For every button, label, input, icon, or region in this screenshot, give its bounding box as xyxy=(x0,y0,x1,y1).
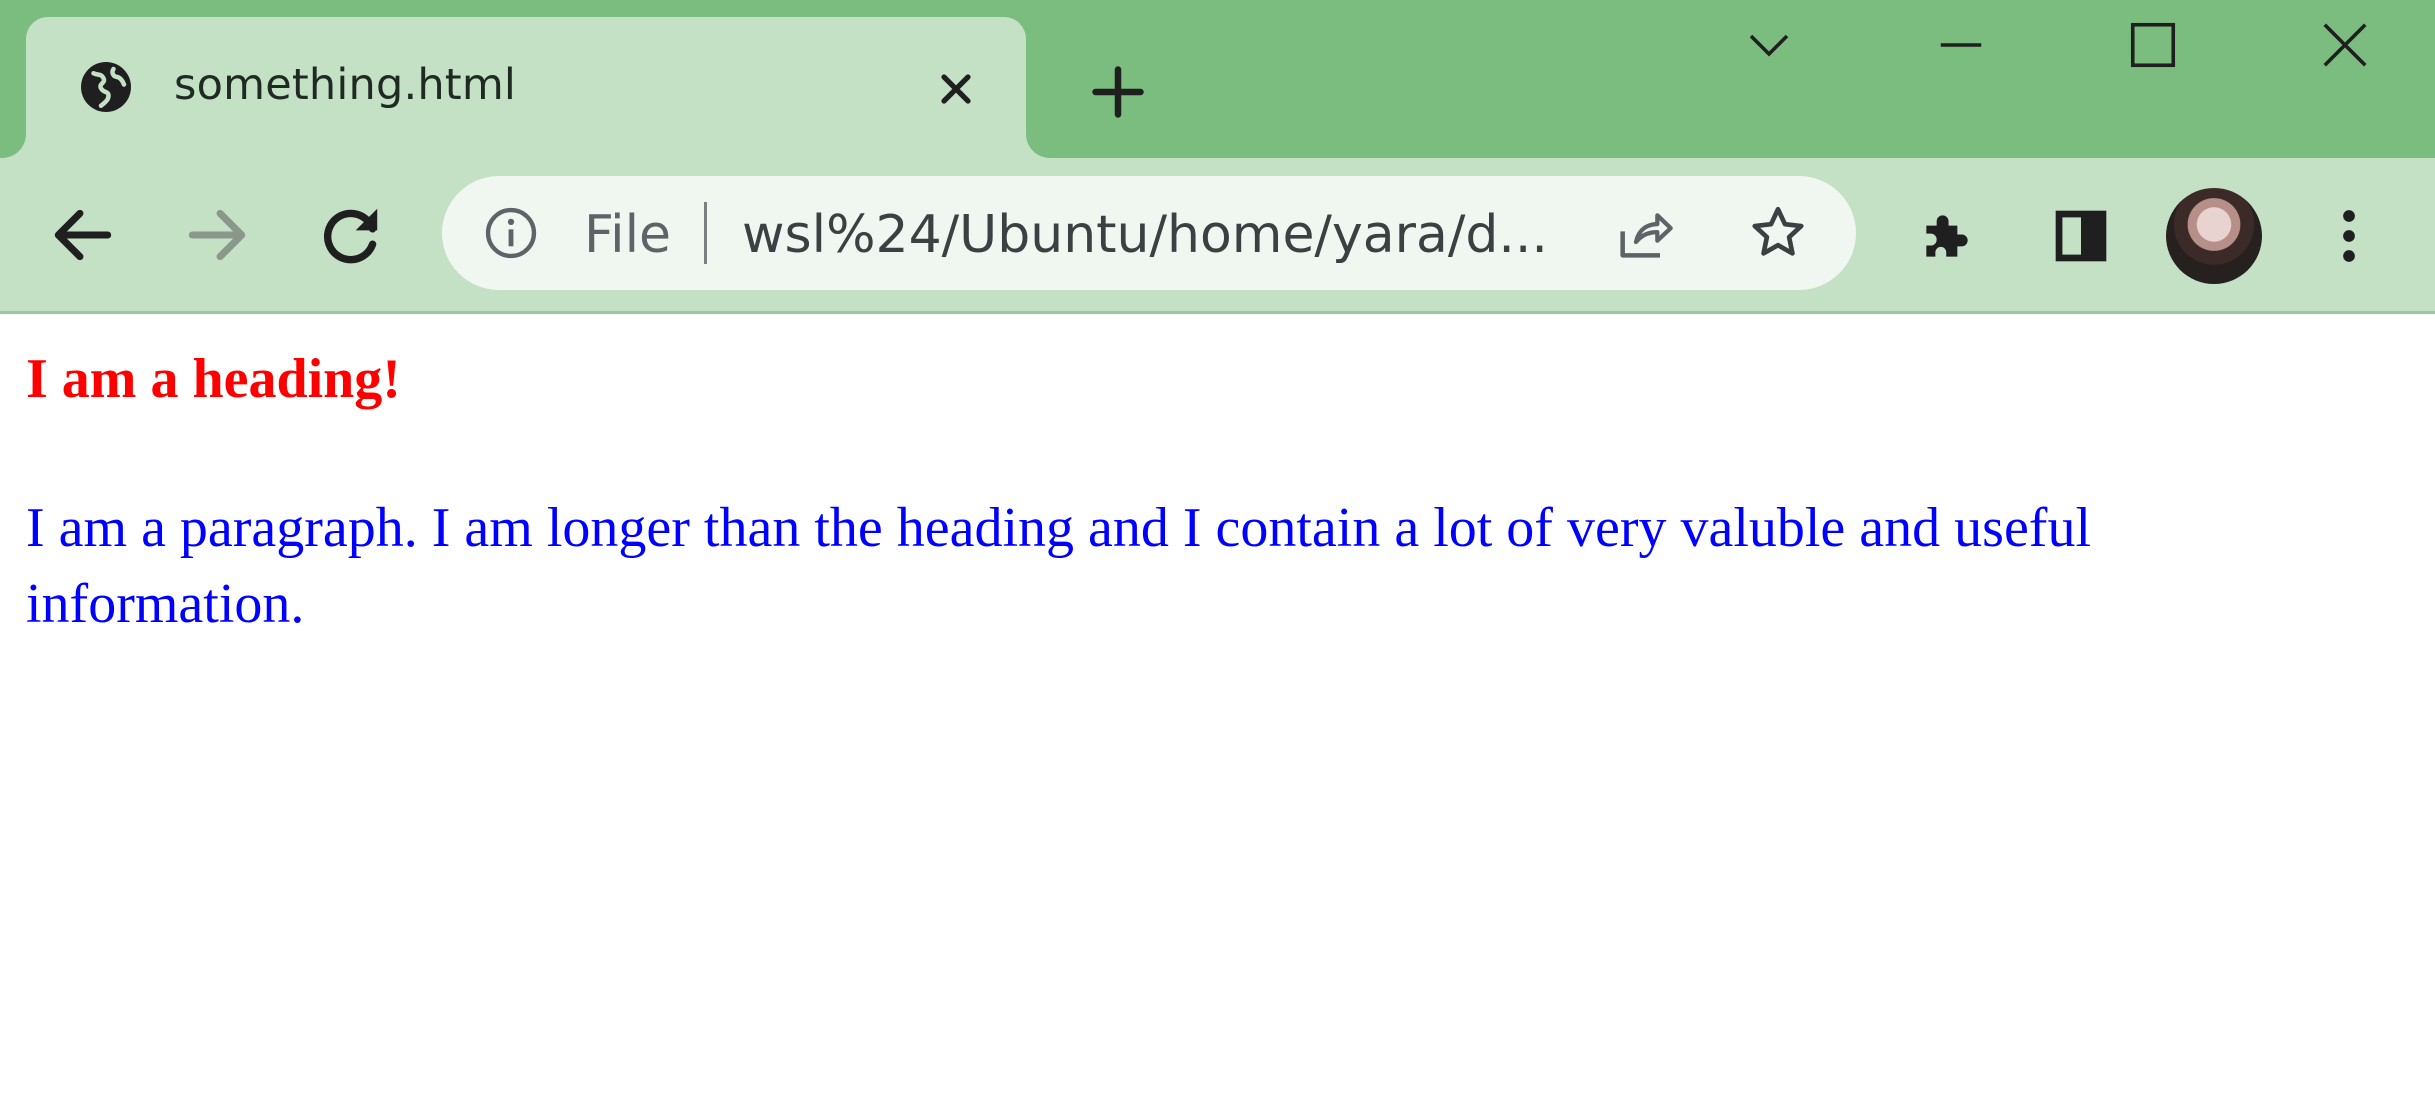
globe-icon xyxy=(81,62,131,112)
profile-avatar[interactable] xyxy=(2166,188,2262,284)
scheme-label: File xyxy=(584,205,672,265)
extensions-puzzle-icon[interactable] xyxy=(1916,205,1978,267)
back-arrow-icon[interactable] xyxy=(46,198,120,272)
maximize-icon[interactable] xyxy=(2126,18,2180,72)
star-icon[interactable] xyxy=(1747,202,1809,264)
reload-icon[interactable] xyxy=(314,198,388,272)
kebab-menu-icon[interactable] xyxy=(2332,204,2366,268)
active-tab[interactable]: something.html xyxy=(26,17,1026,158)
tab-strip: something.html xyxy=(0,0,2435,158)
address-bar[interactable]: File wsl%24/Ubuntu/home/yara/d... xyxy=(442,176,1856,290)
tab-title: something.html xyxy=(174,60,517,110)
page-paragraph: I am a paragraph. I am longer than the h… xyxy=(26,497,2091,635)
chevron-down-icon[interactable] xyxy=(1742,18,1796,72)
minimize-icon[interactable] xyxy=(1934,18,1988,72)
close-icon[interactable] xyxy=(936,69,976,109)
info-icon[interactable] xyxy=(482,204,540,262)
forward-arrow-icon[interactable] xyxy=(180,198,254,272)
share-icon[interactable] xyxy=(1612,202,1676,266)
page-heading: I am a heading! xyxy=(26,348,401,410)
side-panel-icon[interactable] xyxy=(2050,205,2112,267)
url-text[interactable]: wsl%24/Ubuntu/home/yara/d... xyxy=(742,205,1548,265)
plus-icon[interactable] xyxy=(1088,62,1148,122)
close-icon[interactable] xyxy=(2318,18,2372,72)
address-divider xyxy=(704,202,707,264)
page-content: I am a heading! I am a paragraph. I am l… xyxy=(0,314,2435,1110)
